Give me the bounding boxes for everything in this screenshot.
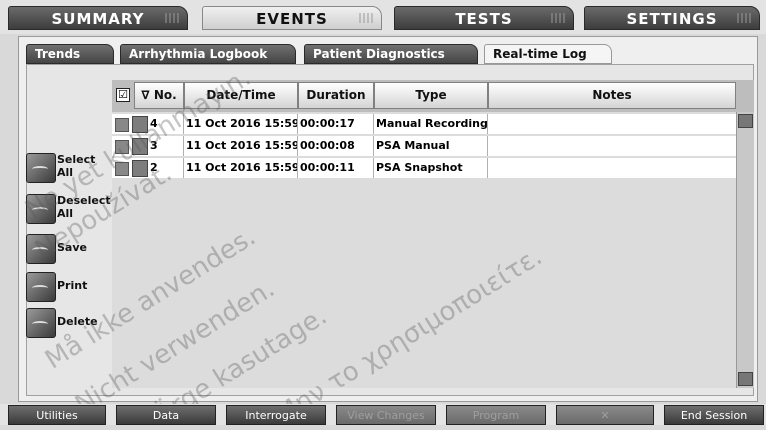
subtab-trends-label: Trends bbox=[35, 47, 81, 61]
data-button[interactable]: Data bbox=[116, 405, 216, 425]
tab-settings-label: SETTINGS bbox=[626, 10, 718, 28]
delete-label: Delete bbox=[57, 315, 98, 328]
cell-datetime: 11 Oct 2016 15:59 bbox=[184, 158, 298, 178]
cell-type: Manual Recording bbox=[374, 114, 488, 134]
cell-datetime: 11 Oct 2016 15:59 bbox=[184, 136, 298, 156]
view-changes-button[interactable]: View Changes bbox=[336, 405, 436, 425]
cell-datetime: 11 Oct 2016 15:59 bbox=[184, 114, 298, 134]
cell-duration: 00:00:11 bbox=[298, 158, 374, 178]
row-checkbox[interactable] bbox=[115, 118, 129, 132]
select-all-icon bbox=[26, 153, 56, 183]
table-scrollbar[interactable] bbox=[736, 112, 754, 388]
cancel-icon[interactable]: ✕ bbox=[556, 405, 654, 425]
column-header-datetime[interactable]: Date/Time bbox=[184, 82, 298, 109]
tab-settings[interactable]: SETTINGS bbox=[584, 6, 760, 30]
subtab-trends[interactable]: Trends bbox=[26, 44, 114, 64]
delete-button[interactable]: Delete bbox=[26, 308, 106, 338]
table-row[interactable]: 4 11 Oct 2016 15:59 00:00:17 Manual Reco… bbox=[112, 114, 736, 134]
row-checkbox[interactable] bbox=[115, 140, 129, 154]
tab-tests-label: TESTS bbox=[455, 10, 513, 28]
column-header-no[interactable]: ∇ No. bbox=[134, 82, 184, 109]
table-row[interactable]: 2 11 Oct 2016 15:59 00:00:11 PSA Snapsho… bbox=[112, 158, 736, 178]
save-label: Save bbox=[57, 241, 87, 254]
subtab-real-time-log-label: Real-time Log bbox=[493, 47, 587, 61]
scroll-down-icon[interactable] bbox=[738, 372, 753, 386]
tab-tests[interactable]: TESTS bbox=[394, 6, 574, 30]
subtab-arrhythmia-logbook-label: Arrhythmia Logbook bbox=[129, 47, 268, 61]
cell-type: PSA Manual bbox=[374, 136, 488, 156]
grip-icon bbox=[359, 13, 373, 23]
cell-duration: 00:00:08 bbox=[298, 136, 374, 156]
deselect-all-button[interactable]: Deselect All bbox=[26, 194, 111, 224]
program-button[interactable]: Program bbox=[446, 405, 546, 425]
scroll-up-icon[interactable] bbox=[738, 114, 753, 128]
save-icon bbox=[26, 234, 56, 264]
deselect-all-label: Deselect All bbox=[57, 194, 111, 220]
cell-notes[interactable] bbox=[488, 136, 736, 156]
subtab-patient-diagnostics[interactable]: Patient Diagnostics bbox=[304, 44, 478, 64]
column-header-notes[interactable]: Notes bbox=[488, 82, 736, 109]
cell-duration: 00:00:17 bbox=[298, 114, 374, 134]
tab-events-label: EVENTS bbox=[256, 10, 328, 28]
tab-summary-label: SUMMARY bbox=[51, 10, 145, 28]
select-all-checkbox[interactable]: ☑ bbox=[116, 88, 130, 102]
event-icon bbox=[132, 138, 148, 155]
select-all-label: Select All bbox=[57, 153, 96, 179]
cell-no: 2 bbox=[148, 158, 184, 178]
grip-icon bbox=[165, 13, 179, 23]
grip-icon bbox=[737, 13, 751, 23]
event-icon bbox=[132, 116, 148, 133]
utilities-button[interactable]: Utilities bbox=[8, 405, 106, 425]
cell-no: 3 bbox=[148, 136, 184, 156]
table-header: ☑ ∇ No. Date/Time Duration Type Notes bbox=[112, 80, 754, 112]
event-log-table: ☑ ∇ No. Date/Time Duration Type Notes 4 … bbox=[112, 80, 754, 388]
tab-summary[interactable]: SUMMARY bbox=[8, 6, 188, 30]
cell-type: PSA Snapshot bbox=[374, 158, 488, 178]
tab-events[interactable]: EVENTS bbox=[202, 6, 382, 30]
subtab-real-time-log[interactable]: Real-time Log bbox=[484, 44, 612, 64]
column-header-duration[interactable]: Duration bbox=[298, 82, 374, 109]
subtab-patient-diagnostics-label: Patient Diagnostics bbox=[313, 47, 445, 61]
print-button[interactable]: Print bbox=[26, 272, 106, 302]
column-header-type[interactable]: Type bbox=[374, 82, 488, 109]
row-checkbox[interactable] bbox=[115, 162, 129, 176]
grip-icon bbox=[551, 13, 565, 23]
print-label: Print bbox=[57, 279, 88, 292]
delete-icon bbox=[26, 308, 56, 338]
table-body: 4 11 Oct 2016 15:59 00:00:17 Manual Reco… bbox=[112, 112, 736, 388]
table-row[interactable]: 3 11 Oct 2016 15:59 00:00:08 PSA Manual bbox=[112, 136, 736, 156]
cell-notes[interactable] bbox=[488, 158, 736, 178]
print-icon bbox=[26, 272, 56, 302]
end-session-button[interactable]: End Session bbox=[664, 405, 764, 425]
select-all-button[interactable]: Select All bbox=[26, 153, 106, 183]
cell-no: 4 bbox=[148, 114, 184, 134]
save-button[interactable]: Save bbox=[26, 234, 106, 264]
deselect-all-icon bbox=[26, 194, 56, 224]
interrogate-button[interactable]: Interrogate bbox=[226, 405, 326, 425]
subtab-arrhythmia-logbook[interactable]: Arrhythmia Logbook bbox=[120, 44, 296, 64]
event-icon bbox=[132, 160, 148, 177]
cell-notes[interactable] bbox=[488, 114, 736, 134]
